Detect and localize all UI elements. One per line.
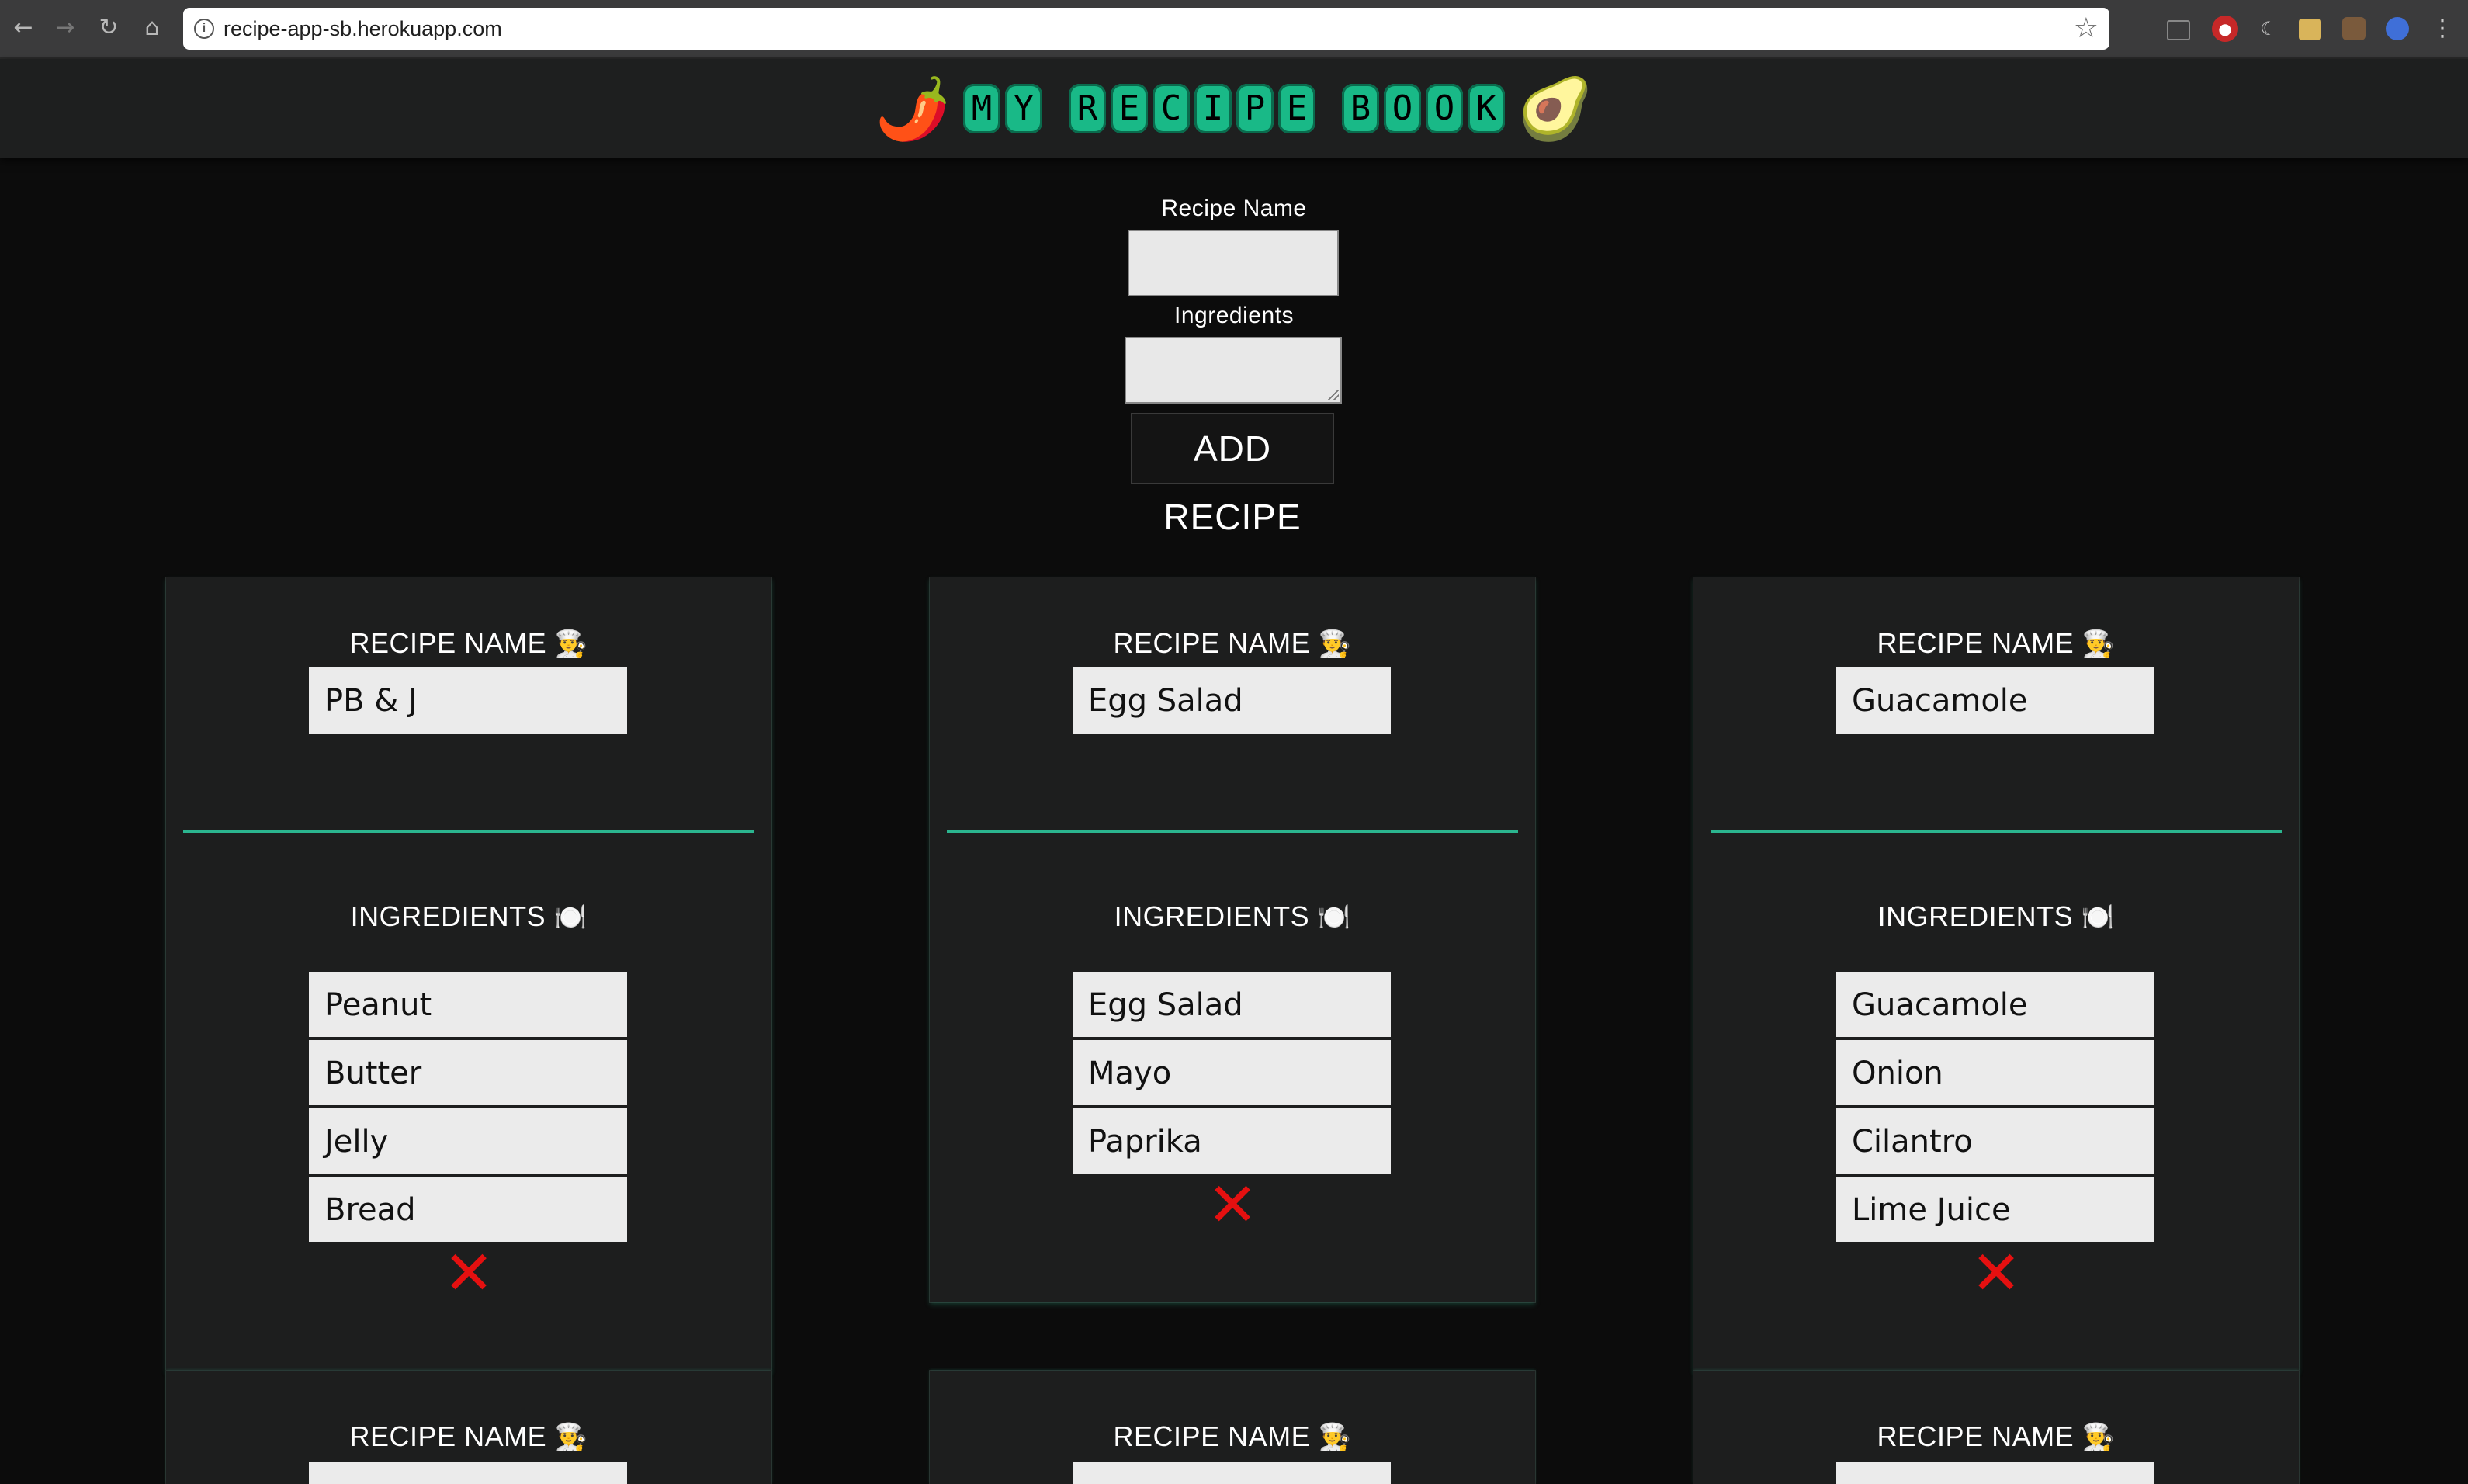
recipe-card: RECIPE NAME 👨‍🍳 bbox=[1693, 1371, 2299, 1484]
recipe-name-label: Recipe Name bbox=[1161, 196, 1307, 221]
back-icon[interactable]: ← bbox=[9, 14, 37, 42]
plate-icon: 🍽️ bbox=[2081, 903, 2115, 932]
ingredients-heading: INGREDIENTS 🍽️ bbox=[1693, 900, 2299, 933]
bookmark-star-icon[interactable]: ☆ bbox=[2074, 12, 2099, 44]
logo-title: MYRECIPEBOOK bbox=[963, 84, 1505, 133]
logo-letter-tile: E bbox=[1278, 84, 1315, 133]
logo-letter-tile: O bbox=[1426, 84, 1463, 133]
recipe-name-field[interactable] bbox=[1836, 1462, 2154, 1484]
ingredients-heading-text: INGREDIENTS bbox=[1877, 900, 2082, 932]
recipe-name-heading-text: RECIPE NAME bbox=[1113, 627, 1319, 659]
avocado-icon: 🥑 bbox=[1517, 75, 1593, 143]
recipe-name-heading-text: RECIPE NAME bbox=[1877, 1420, 2082, 1452]
recipe-name-field[interactable]: PB & J bbox=[309, 667, 627, 734]
logo-letter-tile: M bbox=[963, 84, 1000, 133]
logo-letter-tile: C bbox=[1153, 84, 1190, 133]
delete-recipe-icon[interactable]: ✕ bbox=[1965, 1243, 2027, 1304]
delete-recipe-icon[interactable]: ✕ bbox=[1201, 1175, 1263, 1236]
logo-letter-tile: I bbox=[1194, 84, 1232, 133]
card-divider bbox=[947, 830, 1518, 833]
logo-letter-tile: Y bbox=[1005, 84, 1042, 133]
extension-box-icon[interactable] bbox=[2299, 19, 2321, 40]
recipe-name-input[interactable] bbox=[1128, 230, 1339, 296]
chef-icon: 👨‍🍳 bbox=[1318, 629, 1352, 659]
chef-icon: 👨‍🍳 bbox=[2082, 629, 2116, 659]
ingredient-item[interactable]: Paprika bbox=[1073, 1108, 1391, 1175]
recipe-name-heading: RECIPE NAME 👨‍🍳 bbox=[1693, 1420, 2299, 1453]
add-recipe-button[interactable]: ADD RECIPE bbox=[1131, 413, 1334, 537]
browser-toolbar: ← → ↻ ⌂ i recipe-app-sb.herokuapp.com ☆ … bbox=[0, 0, 2468, 59]
recipe-card: RECIPE NAME 👨‍🍳 Egg Salad INGREDIENTS 🍽️ Eg… bbox=[930, 577, 1535, 1302]
logo-letter-tile: K bbox=[1468, 84, 1505, 133]
chef-icon: 👨‍🍳 bbox=[554, 629, 588, 659]
chef-icon: 👨‍🍳 bbox=[1318, 1423, 1352, 1452]
site-info-icon[interactable]: i bbox=[194, 19, 214, 39]
extension-globe-icon[interactable] bbox=[2386, 17, 2409, 40]
recipe-name-heading: RECIPE NAME 👨‍🍳 bbox=[930, 627, 1535, 660]
logo-space bbox=[1047, 84, 1064, 133]
recipe-name-heading-text: RECIPE NAME bbox=[349, 1420, 555, 1452]
logo-letter-tile: O bbox=[1384, 84, 1421, 133]
ingredient-item[interactable]: Jelly bbox=[309, 1108, 627, 1175]
card-divider bbox=[183, 830, 754, 833]
logo-letter-tile: P bbox=[1236, 84, 1274, 133]
ingredients-heading: INGREDIENTS 🍽️ bbox=[166, 900, 771, 933]
recipe-name-field[interactable]: Guacamole bbox=[1836, 667, 2154, 734]
plate-icon: 🍽️ bbox=[553, 903, 588, 932]
ingredients-heading-text: INGREDIENTS bbox=[1114, 900, 1318, 932]
extension-avatar-icon[interactable] bbox=[2342, 17, 2366, 40]
extension-shield-icon[interactable]: ● bbox=[2212, 16, 2238, 42]
recipe-name-heading: RECIPE NAME 👨‍🍳 bbox=[166, 1420, 771, 1453]
ingredient-item[interactable]: Bread bbox=[309, 1177, 627, 1243]
recipe-name-field[interactable]: Egg Salad bbox=[1073, 667, 1391, 734]
ingredient-item[interactable]: Guacamole bbox=[1836, 972, 2154, 1038]
site-header: 🌶️ MYRECIPEBOOK 🥑 bbox=[0, 59, 2468, 158]
dark-mode-moon-icon[interactable]: ☾ bbox=[2255, 16, 2282, 42]
plate-icon: 🍽️ bbox=[1317, 903, 1351, 932]
logo-space bbox=[1320, 84, 1337, 133]
ingredients-heading: INGREDIENTS 🍽️ bbox=[930, 900, 1535, 933]
ingredient-item[interactable]: Peanut bbox=[309, 972, 627, 1038]
recipe-name-heading-text: RECIPE NAME bbox=[349, 627, 555, 659]
ingredient-item[interactable]: Butter bbox=[309, 1040, 627, 1107]
chef-icon: 👨‍🍳 bbox=[2082, 1423, 2116, 1452]
recipe-name-heading: RECIPE NAME 👨‍🍳 bbox=[166, 627, 771, 660]
recipe-card: RECIPE NAME 👨‍🍳 Guacamole INGREDIENTS 🍽️ Gu… bbox=[1693, 577, 2299, 1371]
ingredients-textarea[interactable] bbox=[1125, 337, 1342, 404]
ingredient-item[interactable]: Onion bbox=[1836, 1040, 2154, 1107]
recipe-name-heading: RECIPE NAME 👨‍🍳 bbox=[930, 1420, 1535, 1453]
recipe-card: RECIPE NAME 👨‍🍳 bbox=[166, 1371, 771, 1484]
ingredient-item[interactable]: Cilantro bbox=[1836, 1108, 2154, 1175]
card-divider bbox=[1711, 830, 2282, 833]
reload-icon[interactable]: ↻ bbox=[95, 14, 123, 42]
logo-letter-tile: B bbox=[1342, 84, 1379, 133]
delete-recipe-icon[interactable]: ✕ bbox=[438, 1243, 500, 1304]
recipe-name-heading-text: RECIPE NAME bbox=[1113, 1420, 1319, 1452]
ingredient-item[interactable]: Mayo bbox=[1073, 1040, 1391, 1107]
site-logo: 🌶️ MYRECIPEBOOK 🥑 bbox=[0, 59, 2468, 158]
ingredients-heading-text: INGREDIENTS bbox=[350, 900, 554, 932]
recipe-card: RECIPE NAME 👨‍🍳 bbox=[930, 1371, 1535, 1484]
recipe-name-heading-text: RECIPE NAME bbox=[1877, 627, 2082, 659]
ingredient-item[interactable]: Egg Salad bbox=[1073, 972, 1391, 1038]
recipe-card: RECIPE NAME 👨‍🍳 PB & J INGREDIENTS 🍽️ Peanu… bbox=[166, 577, 771, 1371]
ingredients-label: Ingredients bbox=[1174, 303, 1294, 328]
textarea-resize-handle[interactable] bbox=[1328, 390, 1339, 400]
recipe-name-heading: RECIPE NAME 👨‍🍳 bbox=[1693, 627, 2299, 660]
recipe-name-field[interactable] bbox=[1073, 1462, 1391, 1484]
address-bar[interactable]: i recipe-app-sb.herokuapp.com ☆ bbox=[183, 8, 2109, 50]
address-url[interactable]: recipe-app-sb.herokuapp.com bbox=[224, 17, 502, 41]
cast-icon[interactable] bbox=[2167, 20, 2190, 40]
forward-icon[interactable]: → bbox=[51, 14, 79, 42]
chili-pepper-icon: 🌶️ bbox=[875, 75, 951, 143]
recipe-name-field[interactable] bbox=[309, 1462, 627, 1484]
ingredient-item[interactable]: Lime Juice bbox=[1836, 1177, 2154, 1243]
logo-letter-tile: E bbox=[1111, 84, 1148, 133]
logo-letter-tile: R bbox=[1069, 84, 1106, 133]
home-icon[interactable]: ⌂ bbox=[138, 14, 166, 42]
browser-menu-icon[interactable]: ⋮ bbox=[2429, 16, 2456, 42]
chef-icon: 👨‍🍳 bbox=[554, 1423, 588, 1452]
